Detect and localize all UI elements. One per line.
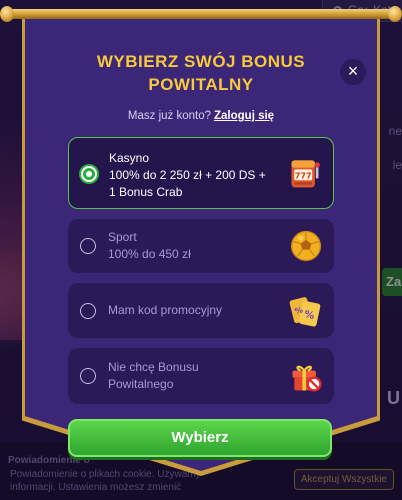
radio-button[interactable]: [80, 368, 96, 384]
soccer-ball-icon: [290, 230, 322, 262]
close-button[interactable]: ×: [340, 59, 366, 85]
bonus-option-casino[interactable]: Kasyno 100% do 2 250 zł + 200 DS + 1 Bon…: [68, 137, 334, 209]
banner-rod: [6, 9, 396, 19]
option-description: 100% do 2 250 zł + 200 DS + 1 Bonus Crab: [109, 168, 266, 199]
choose-bonus-button[interactable]: Wybierz: [68, 419, 332, 457]
slot-machine-icon: 777: [291, 160, 320, 188]
banner-rod-end: [0, 6, 14, 22]
option-description: 100% do 450 zł: [108, 247, 191, 261]
no-gift-icon: [292, 365, 322, 392]
radio-button-selected[interactable]: [81, 166, 97, 182]
radio-button[interactable]: [80, 238, 96, 254]
banner-rod-end: [388, 6, 402, 22]
login-link[interactable]: Zaloguj się: [214, 110, 274, 122]
svg-text:777: 777: [295, 170, 312, 180]
option-title: Sport: [108, 230, 137, 244]
bonus-option-promo-code[interactable]: Mam kod promocyjny % %: [68, 283, 334, 338]
radio-button[interactable]: [80, 303, 96, 319]
bonus-option-sport[interactable]: Sport 100% do 450 zł: [68, 219, 334, 273]
option-description: Mam kod promocyjny: [108, 303, 223, 317]
account-prompt: Masz już konto?: [127, 110, 212, 122]
option-title: Kasyno: [109, 151, 150, 165]
account-prompt-line: Masz już konto? Zaloguj się: [0, 110, 402, 122]
promo-code-icon: % %: [289, 297, 321, 327]
modal-title: WYBIERZ SWÓJ BONUS POWITALNY: [96, 52, 306, 94]
option-description: Nie chcę Bonusu Powitalnego: [108, 360, 199, 391]
bonus-option-none[interactable]: Nie chcę Bonusu Powitalnego: [68, 348, 334, 404]
